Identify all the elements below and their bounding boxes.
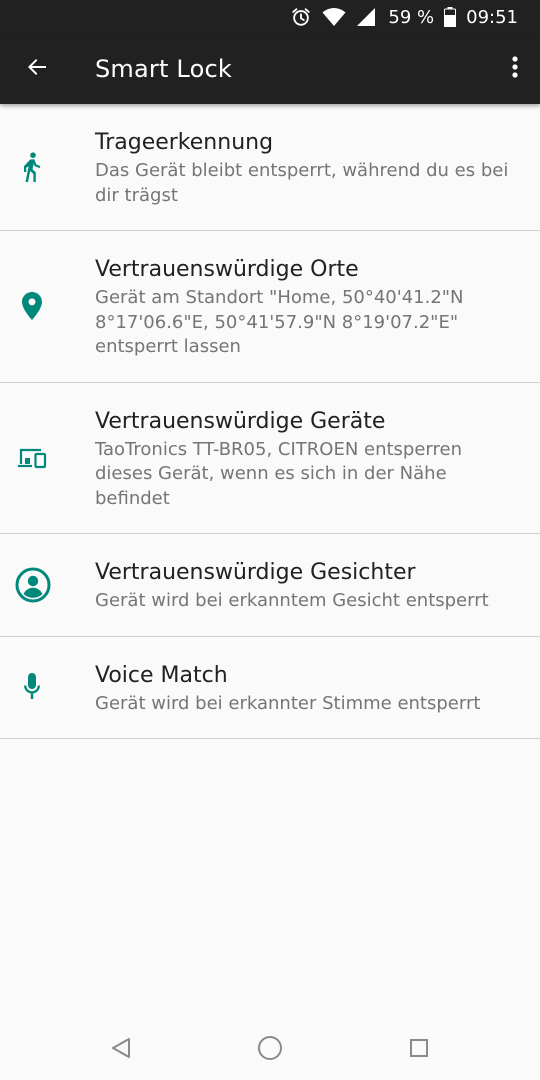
item-summary: TaoTronics TT-BR05, CITROEN entsperren d… bbox=[95, 438, 463, 509]
item-summary: Gerät am Standort "Home, 50°40'41.2"N 8°… bbox=[95, 287, 464, 357]
face-icon bbox=[15, 567, 51, 603]
list-item-voice-match[interactable]: Voice Match Gerät wird bei erkannter Sti… bbox=[0, 637, 540, 739]
item-title: Trageerkennung bbox=[95, 130, 274, 155]
clock: 09:51 bbox=[466, 6, 518, 28]
mic-icon bbox=[17, 672, 47, 702]
cell-signal-icon bbox=[356, 7, 376, 27]
battery-icon bbox=[444, 7, 457, 27]
item-summary: Das Gerät bleibt entsperrt, während du e… bbox=[95, 160, 509, 206]
more-vert-icon bbox=[512, 55, 518, 83]
battery-percent: 59 % bbox=[388, 6, 435, 28]
arrow-back-icon bbox=[25, 55, 49, 83]
app-bar: Smart Lock bbox=[0, 34, 540, 104]
more-options-button[interactable] bbox=[490, 34, 540, 104]
nav-back-icon[interactable] bbox=[111, 1037, 131, 1059]
alarm-icon bbox=[290, 6, 312, 28]
item-summary: Gerät wird bei erkannter Stimme entsperr… bbox=[95, 692, 481, 714]
list-item-trusted-devices[interactable]: Vertrauenswürdige Geräte TaoTronics TT-B… bbox=[0, 383, 540, 534]
smart-lock-options-list: Trageerkennung Das Gerät bleibt entsperr… bbox=[0, 104, 540, 739]
wifi-icon bbox=[322, 7, 346, 27]
status-bar: 59 % 09:51 bbox=[0, 0, 540, 34]
back-button[interactable] bbox=[0, 34, 74, 104]
devices-icon bbox=[17, 443, 47, 473]
list-item-trusted-faces[interactable]: Vertrauenswürdige Gesichter Gerät wird b… bbox=[0, 534, 540, 637]
list-item-trusted-places[interactable]: Vertrauenswürdige Orte Gerät am Standort… bbox=[0, 231, 540, 383]
nav-home-icon[interactable] bbox=[257, 1035, 283, 1061]
list-item-on-body-detection[interactable]: Trageerkennung Das Gerät bleibt entsperr… bbox=[0, 104, 540, 231]
item-title: Vertrauenswürdige Gesichter bbox=[95, 560, 416, 585]
item-summary: Gerät wird bei erkanntem Gesicht entsper… bbox=[95, 590, 489, 611]
item-title: Vertrauenswürdige Orte bbox=[95, 257, 359, 282]
screen: 59 % 09:51 Smart Lock Trageerkennung Das… bbox=[0, 0, 540, 1080]
item-title: Vertrauenswürdige Geräte bbox=[95, 408, 386, 434]
system-navigation-bar bbox=[0, 1016, 540, 1080]
page-title: Smart Lock bbox=[95, 55, 232, 83]
location-pin-icon bbox=[17, 291, 47, 321]
nav-recents-icon[interactable] bbox=[409, 1038, 429, 1058]
walk-icon bbox=[17, 152, 47, 182]
item-title: Voice Match bbox=[95, 662, 228, 688]
